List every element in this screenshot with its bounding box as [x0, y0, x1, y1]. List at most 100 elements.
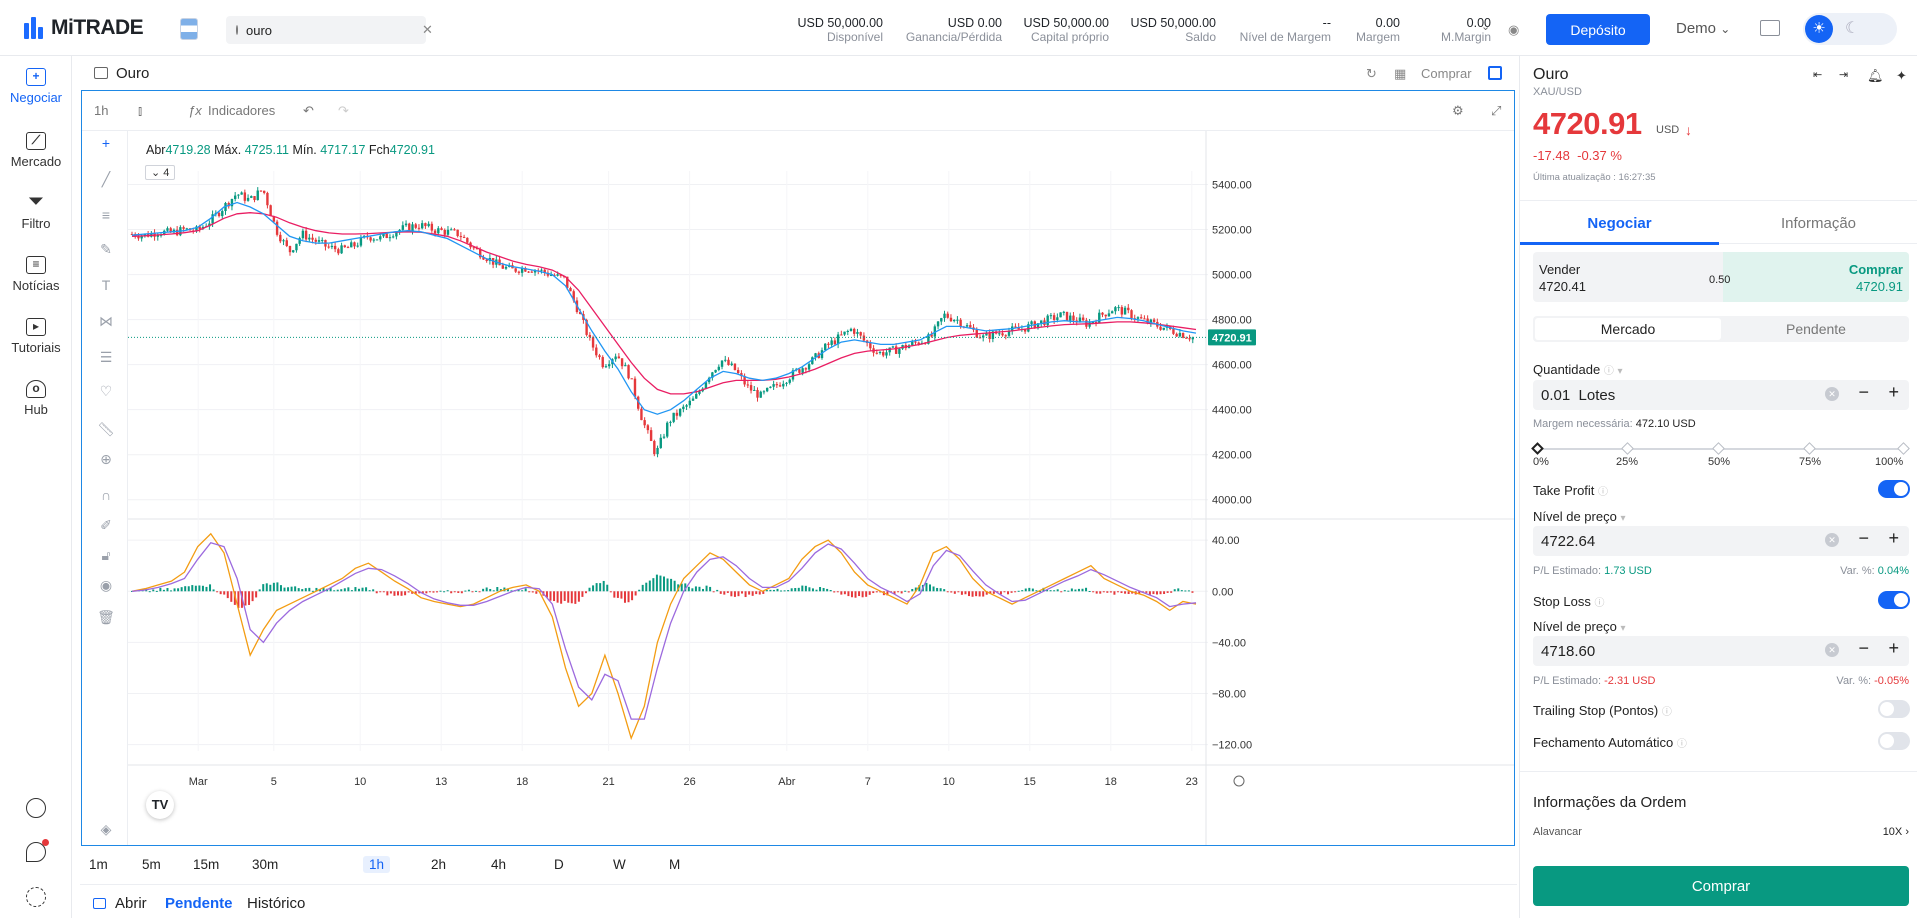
clear-search-icon[interactable]: ✕	[422, 22, 433, 38]
timeframe-w[interactable]: W	[607, 856, 632, 873]
crosshair-icon[interactable]: +	[97, 135, 115, 151]
order-type-pending[interactable]: Pendente	[1723, 318, 1909, 340]
trash-icon[interactable]: 🗑︎	[97, 609, 115, 625]
zoom-icon[interactable]: ⊕	[97, 451, 115, 467]
slider-handle[interactable]	[1531, 442, 1544, 455]
tab-pending-orders[interactable]: Pendente	[165, 895, 233, 912]
settings-icon[interactable]	[26, 887, 46, 907]
timeframe-5m[interactable]: 5m	[136, 856, 167, 873]
tab-history[interactable]: Histórico	[247, 895, 305, 912]
pattern-icon[interactable]: ⋈	[97, 313, 115, 329]
timeframe-2h[interactable]: 2h	[425, 856, 452, 873]
tab-informacao[interactable]: Informação	[1719, 215, 1917, 232]
minus-button[interactable]: −	[1858, 638, 1869, 659]
sl-toggle[interactable]	[1878, 591, 1910, 609]
sl-input[interactable]	[1541, 643, 1771, 660]
help-icon[interactable]: ⓘ	[1598, 487, 1608, 498]
plus-button[interactable]: +	[1888, 382, 1899, 403]
channel-icon[interactable]: ≡	[97, 207, 115, 223]
fib-icon[interactable]: ☰	[97, 349, 115, 365]
minus-button[interactable]: −	[1858, 382, 1869, 403]
undo-icon[interactable]: ↶	[303, 103, 314, 119]
tp-input[interactable]	[1541, 533, 1771, 550]
ruler-icon[interactable]: 📏︎	[97, 421, 115, 437]
candle-type-icon[interactable]: ⫾	[138, 103, 142, 119]
interval-button[interactable]: 1h	[94, 103, 108, 118]
plus-button[interactable]: +	[1888, 528, 1899, 549]
chevron-down-icon[interactable]: ▾	[1617, 366, 1622, 377]
refresh-icon[interactable]: ↻	[1366, 66, 1377, 82]
pencil-lock-icon[interactable]: ✐	[97, 517, 115, 533]
slider-mark[interactable]	[1712, 442, 1725, 455]
slider-mark[interactable]	[1803, 442, 1816, 455]
next-icon[interactable]: ⇥	[1839, 68, 1848, 81]
indicators-button[interactable]: Indicadores	[208, 103, 275, 118]
brush-icon[interactable]: ✎	[97, 241, 115, 257]
sidebar-item-tutoriais[interactable]: ▸ Tutoriais	[0, 318, 72, 355]
chevron-down-icon[interactable]: ▾	[1620, 513, 1625, 524]
clear-icon[interactable]: ✕	[1825, 643, 1839, 657]
text-icon[interactable]: T	[97, 277, 115, 293]
trend-line-icon[interactable]: ╱	[97, 171, 115, 187]
account-mode-select[interactable]: Demo ⌄	[1676, 20, 1730, 37]
timeframe-4h[interactable]: 4h	[485, 856, 512, 873]
timeframe-1h[interactable]: 1h	[363, 856, 391, 873]
quantity-input[interactable]	[1541, 387, 1771, 404]
magnet-icon[interactable]: ∩	[97, 487, 115, 503]
quantity-slider[interactable]	[1531, 442, 1910, 455]
timeframe-m[interactable]: M	[663, 856, 686, 873]
search-box[interactable]: ✕	[226, 16, 433, 44]
grid-icon[interactable]: ▦	[1394, 66, 1406, 82]
timeframe-d[interactable]: D	[548, 856, 570, 873]
timeframe-15m[interactable]: 15m	[187, 856, 225, 873]
sidebar-item-noticias[interactable]: ≡ Notícias	[0, 256, 72, 293]
search-input[interactable]	[246, 22, 422, 38]
tp-toggle[interactable]	[1878, 480, 1910, 498]
trailing-toggle[interactable]	[1878, 700, 1910, 718]
tab-open-orders[interactable]: Abrir	[115, 895, 147, 912]
deposit-button[interactable]: Depósito	[1546, 14, 1650, 45]
layers-icon[interactable]: ◈	[97, 821, 115, 837]
sidebar-item-negociar[interactable]: + Negociar	[0, 68, 72, 105]
mitrade-logo[interactable]: MiTRADE	[24, 16, 144, 40]
help-icon[interactable]: ⓘ	[1677, 739, 1687, 750]
auto-close-toggle[interactable]	[1878, 732, 1910, 750]
moon-icon[interactable]: ☾	[1845, 18, 1859, 38]
theme-toggle[interactable]: ☀ ☾	[1803, 13, 1897, 45]
sun-icon[interactable]: ☀	[1805, 15, 1833, 43]
timeframe-30m[interactable]: 30m	[246, 856, 284, 873]
sell-option[interactable]: Vender 4720.41	[1533, 252, 1723, 302]
redo-icon[interactable]: ↷	[338, 103, 349, 119]
slider-mark[interactable]	[1621, 442, 1634, 455]
slider-mark[interactable]	[1897, 442, 1910, 455]
help-icon[interactable]: ⓘ	[1594, 598, 1604, 609]
timeframe-1m[interactable]: 1m	[83, 856, 114, 873]
sidebar-item-mercado[interactable]: ⟋ Mercado	[0, 132, 72, 169]
pin-icon[interactable]: ✦	[1896, 68, 1907, 84]
eye-icon[interactable]: ◉	[97, 577, 115, 593]
sidebar-item-filtro[interactable]: ⏷ Filtro	[0, 192, 72, 231]
chevron-down-icon[interactable]: ▾	[1620, 623, 1625, 634]
support-icon[interactable]	[26, 798, 46, 818]
leverage-row[interactable]: 10X ›	[1883, 826, 1909, 838]
prev-icon[interactable]: ⇤	[1813, 68, 1822, 81]
layout-icon[interactable]	[1760, 20, 1780, 36]
sidebar-item-hub[interactable]: o Hub	[0, 380, 72, 417]
tab-negociar[interactable]: Negociar	[1520, 215, 1719, 232]
fullscreen-icon[interactable]: ⤢	[1491, 103, 1501, 119]
toggle-panel-icon[interactable]	[1488, 66, 1502, 80]
buy-button[interactable]: Comprar	[1533, 866, 1909, 906]
lock-icon[interactable]: 🔓︎	[97, 547, 115, 563]
eye-icon[interactable]: ◉	[1508, 22, 1519, 38]
help-icon[interactable]: ⓘ	[1604, 366, 1614, 377]
clear-icon[interactable]: ✕	[1825, 387, 1839, 401]
order-type-market[interactable]: Mercado	[1535, 318, 1721, 340]
clear-icon[interactable]: ✕	[1825, 533, 1839, 547]
minus-button[interactable]: −	[1858, 528, 1869, 549]
heart-icon[interactable]: ♡	[97, 383, 115, 399]
plus-button[interactable]: +	[1888, 638, 1899, 659]
help-icon[interactable]: ⓘ	[1662, 707, 1672, 718]
settings-icon[interactable]: ⚙	[1452, 103, 1464, 119]
flag-icon[interactable]	[180, 18, 198, 40]
price-chart[interactable]: 5400.00 5200.00 5000.00 4800.00 4600.00 4400.…	[128, 131, 1514, 845]
